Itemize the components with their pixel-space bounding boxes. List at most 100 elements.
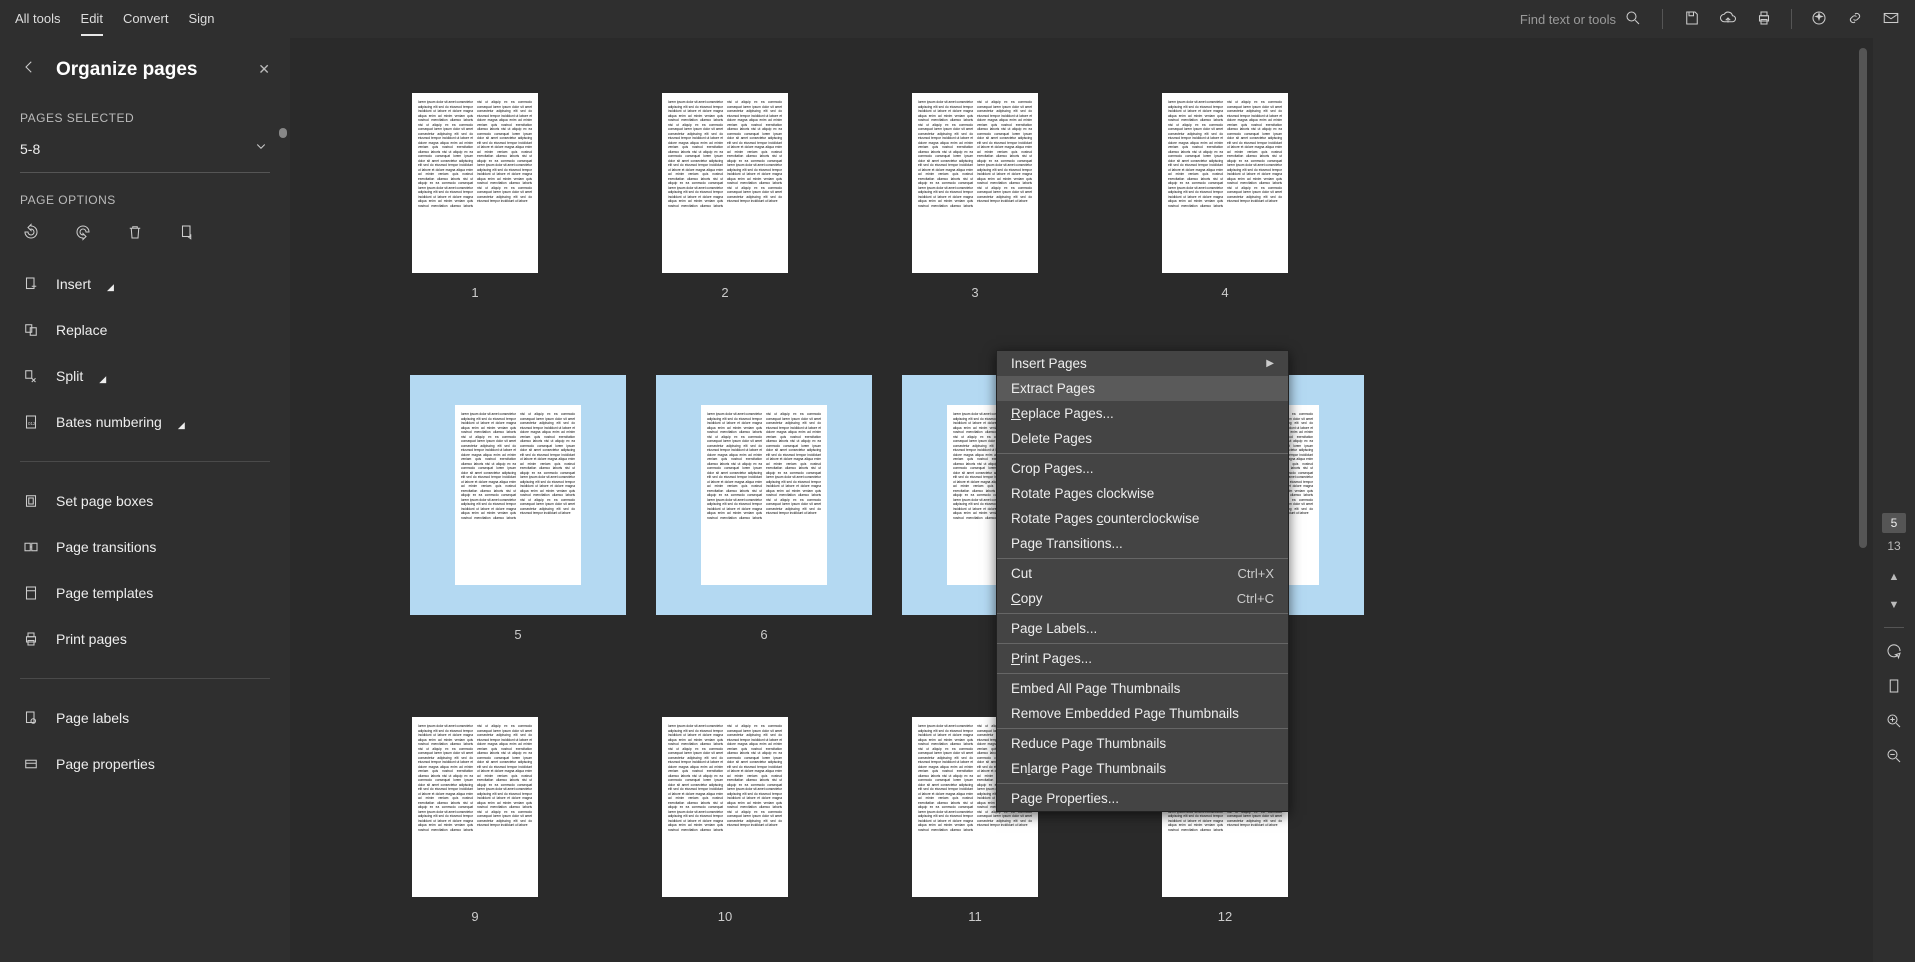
mail-icon[interactable] [1882,9,1900,30]
context-menu-item[interactable]: Rotate Pages counterclockwise [997,506,1288,531]
context-menu-item[interactable]: Crop Pages... [997,456,1288,481]
rotate-cw-icon[interactable] [72,221,94,243]
pages-selected-label: PAGES SELECTED [20,111,270,125]
bates-icon: 012 [20,411,42,433]
zoom-out-icon[interactable] [1885,747,1903,770]
context-menu-item[interactable]: Remove Embedded Page Thumbnails [997,701,1288,726]
back-icon[interactable] [20,58,38,81]
sidebar-item-replace[interactable]: Replace [20,309,270,351]
tab-all-tools[interactable]: All tools [15,3,61,36]
top-tabs: All tools Edit Convert Sign [15,3,215,36]
separator [1791,9,1792,29]
sidebar-item-label: Insert [56,276,91,292]
extract-icon[interactable] [176,221,198,243]
shortcut-label: Ctrl+C [1237,591,1274,606]
page-options-icons [20,221,270,243]
separator [1662,9,1663,29]
context-menu-item[interactable]: Reduce Page Thumbnails [997,731,1288,756]
tab-sign[interactable]: Sign [188,3,214,36]
page-display-icon[interactable] [1885,677,1903,700]
top-menu-bar: All tools Edit Convert Sign Find text or… [0,0,1915,38]
find-text-tools[interactable]: Find text or tools [1520,9,1642,30]
thumb-label: 4 [1221,285,1228,300]
context-menu-item[interactable]: Print Pages... [997,646,1288,671]
context-menu-item[interactable]: Rotate Pages clockwise [997,481,1288,506]
menu-separator [997,643,1288,644]
context-menu-item[interactable]: Delete Pages [997,426,1288,451]
page-thumbnail-10[interactable]: lorem ipsum dolor sit amet consectetur a… [660,717,790,924]
page-thumbnail-4[interactable]: lorem ipsum dolor sit amet consectetur a… [1160,93,1290,300]
page-down-arrow[interactable]: ▼ [1889,599,1900,611]
current-page-badge[interactable]: 5 [1882,513,1907,533]
context-menu-item[interactable]: Replace Pages... [997,401,1288,426]
page-range-value: 5-8 [20,141,40,157]
sidebar-item-transitions[interactable]: Page transitions [20,526,270,568]
sidebar-item-bates[interactable]: 012Bates numbering◢ [20,401,270,443]
rotate-ccw-icon[interactable] [20,221,42,243]
menu-separator [997,783,1288,784]
sidebar-item-label: Page transitions [56,539,156,555]
sidebar-item-split[interactable]: Split◢ [20,355,270,397]
sidebar-item-label: Replace [56,322,107,338]
close-panel-icon[interactable]: ✕ [258,61,270,78]
sidebar-item-label: Page templates [56,585,153,601]
menu-separator [997,453,1288,454]
svg-text:012: 012 [28,421,36,426]
replace-icon [20,319,42,341]
page-thumbnail-9[interactable]: lorem ipsum dolor sit amet consectetur a… [410,717,540,924]
sidebar-item-page-labels[interactable]: Page labels [20,697,270,739]
context-menu-item[interactable]: CutCtrl+X [997,561,1288,586]
page-thumbnail-2[interactable]: lorem ipsum dolor sit amet consectetur a… [660,93,790,300]
context-menu-item[interactable]: CopyCtrl+C [997,586,1288,611]
thumb-label: 10 [718,909,732,924]
print-icon[interactable] [1755,9,1773,30]
link-icon[interactable] [1846,9,1864,30]
page-range-selector[interactable]: 5-8 [20,125,270,173]
context-menu-item[interactable]: Enlarge Page Thumbnails [997,756,1288,781]
sidebar-item-label: Set page boxes [56,493,153,509]
page-thumbnail-1[interactable]: lorem ipsum dolor sit amet consectetur a… [410,93,540,300]
context-menu-item[interactable]: Page Labels... [997,616,1288,641]
page-properties-icon [20,753,42,775]
search-placeholder: Find text or tools [1520,12,1616,27]
sidebar-item-label: Page properties [56,756,155,772]
sidebar-item-insert[interactable]: Insert◢ [20,263,270,305]
save-icon[interactable] [1683,9,1701,30]
sidebar-item-print[interactable]: Print pages [20,618,270,660]
page-thumbnail-3[interactable]: lorem ipsum dolor sit amet consectetur a… [910,93,1040,300]
page-labels-icon [20,707,42,729]
sidebar-item-label: Bates numbering [56,414,162,430]
page-thumbnail-5[interactable]: lorem ipsum dolor sit amet consectetur a… [410,375,626,642]
transitions-icon [20,536,42,558]
thumb-label: 12 [1218,909,1232,924]
menu-separator [997,558,1288,559]
divider [20,678,270,679]
panel-title: Organize pages [56,59,198,81]
zoom-in-icon[interactable] [1885,712,1903,735]
context-menu-item[interactable]: Page Transitions... [997,531,1288,556]
separator [1884,627,1904,628]
sidebar-scrollbar[interactable] [279,128,287,962]
context-menu-item[interactable]: Page Properties... [997,786,1288,811]
menu-separator [997,613,1288,614]
print-pages-icon [20,628,42,650]
sidebar-item-page-properties[interactable]: Page properties [20,743,270,785]
cloud-upload-icon[interactable] [1719,9,1737,30]
ai-assistant-icon[interactable] [1810,9,1828,30]
page-options-label: PAGE OPTIONS [20,193,270,207]
page-up-arrow[interactable]: ▲ [1889,571,1900,583]
thumb-label: 3 [971,285,978,300]
main-scrollbar[interactable] [1859,48,1867,548]
sidebar-item-templates[interactable]: Page templates [20,572,270,614]
tab-edit[interactable]: Edit [81,3,103,36]
context-menu-item[interactable]: Extract Pages [997,376,1288,401]
context-menu-item[interactable]: Insert Pages▶ [997,351,1288,376]
delete-icon[interactable] [124,221,146,243]
sidebar-item-page-boxes[interactable]: Set page boxes [20,480,270,522]
context-menu-item[interactable]: Embed All Page Thumbnails [997,676,1288,701]
chevron-down-icon [252,137,270,160]
rotate-view-icon[interactable] [1885,642,1903,665]
page-thumbnail-6[interactable]: lorem ipsum dolor sit amet consectetur a… [656,375,872,642]
tab-convert[interactable]: Convert [123,3,169,36]
organize-pages-panel: Organize pages ✕ PAGES SELECTED 5-8 PAGE… [0,38,290,962]
